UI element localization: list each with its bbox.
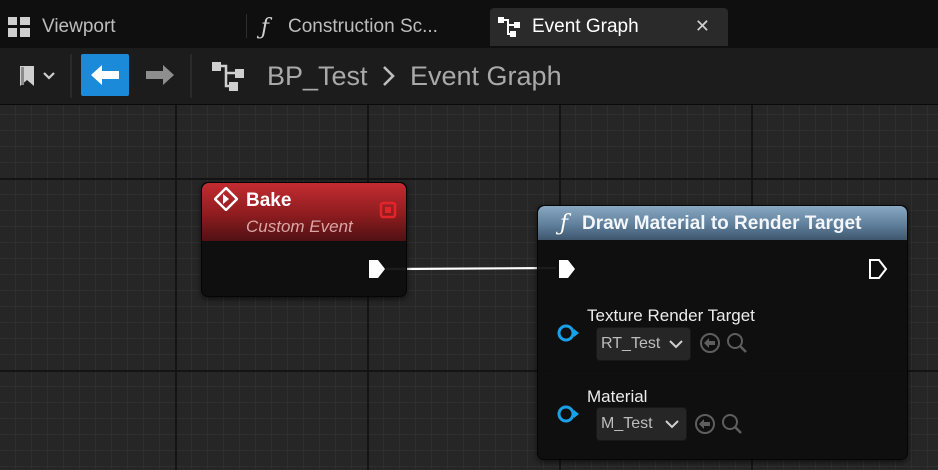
chevron-down-icon — [668, 336, 684, 352]
forward-button[interactable] — [138, 54, 182, 96]
tab-event-graph[interactable]: Event Graph ✕ — [490, 8, 728, 46]
node-title: Bake — [246, 190, 292, 211]
close-icon[interactable]: ✕ — [695, 16, 710, 37]
back-button[interactable] — [81, 54, 129, 96]
material-select[interactable]: M_Test — [596, 407, 687, 441]
delegate-pin[interactable] — [379, 201, 397, 219]
exec-output-pin[interactable] — [366, 258, 388, 280]
toolbar: BP_Test Event Graph — [0, 48, 938, 105]
use-selected-icon[interactable] — [693, 412, 717, 436]
object-pin[interactable] — [556, 323, 580, 343]
tab-construction-script[interactable]: ƒ Construction Sc... — [254, 8, 484, 46]
event-icon — [214, 187, 238, 211]
toolbar-divider — [190, 54, 192, 98]
back-arrow-icon — [90, 64, 120, 86]
texture-render-target-select[interactable]: RT_Test — [596, 327, 691, 361]
tab-viewport[interactable]: Viewport — [8, 8, 238, 46]
use-selected-icon[interactable] — [698, 331, 722, 355]
node-title: Draw Material to Render Target — [582, 213, 862, 234]
viewport-icon — [8, 16, 30, 38]
browse-search-icon[interactable] — [725, 331, 749, 355]
breadcrumb-item[interactable]: BP_Test — [267, 56, 368, 96]
tab-label: Construction Sc... — [288, 16, 438, 37]
tab-label: Event Graph — [532, 16, 639, 37]
breadcrumb-item[interactable]: Event Graph — [410, 56, 562, 96]
graph-icon — [498, 16, 520, 38]
node-subtitle: Custom Event — [246, 217, 353, 236]
tab-separator — [246, 14, 247, 38]
toolbar-divider — [70, 54, 72, 98]
graph-icon — [208, 58, 248, 94]
exec-wire — [385, 266, 557, 271]
function-icon: ƒ — [559, 210, 569, 236]
bookmark-button[interactable] — [10, 60, 62, 92]
forward-arrow-icon — [145, 64, 175, 86]
exec-input-pin[interactable] — [556, 258, 578, 280]
function-icon: ƒ — [260, 14, 270, 40]
function-node[interactable]: ƒ Draw Material to Render Target Texture… — [537, 205, 908, 460]
chevron-down-icon — [664, 416, 680, 432]
browse-search-icon[interactable] — [720, 412, 744, 436]
pin-label: Texture Render Target — [587, 306, 755, 325]
tab-bar: Viewport ƒ Construction Sc... Event Grap… — [0, 0, 938, 48]
pin-label: Material — [587, 387, 648, 406]
exec-output-pin[interactable] — [867, 258, 889, 280]
chevron-right-icon — [382, 56, 396, 96]
custom-event-node[interactable]: Bake Custom Event — [201, 182, 407, 297]
bookmark-icon — [16, 64, 56, 88]
object-pin[interactable] — [556, 404, 580, 424]
combo-value: RT_Test — [601, 335, 661, 352]
combo-value: M_Test — [601, 415, 653, 432]
tab-label: Viewport — [42, 16, 116, 37]
